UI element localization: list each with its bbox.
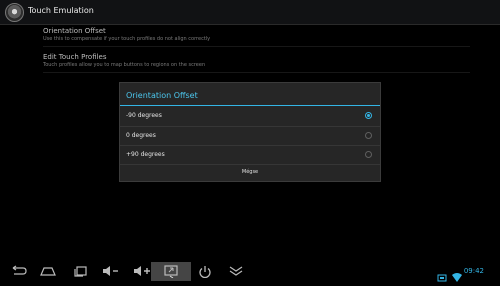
radio-unchecked-icon[interactable] bbox=[365, 151, 372, 158]
option-label: +90 degrees bbox=[126, 151, 165, 158]
option-minus-90[interactable]: -90 degrees bbox=[120, 107, 380, 126]
pref-summary: Touch profiles allow you to map buttons … bbox=[43, 62, 206, 68]
pref-edit-touch-profiles[interactable]: Edit Touch Profiles Touch profiles allow… bbox=[43, 53, 205, 69]
dialog-title-divider bbox=[120, 105, 380, 106]
back-icon[interactable] bbox=[3, 262, 31, 281]
radio-checked-icon[interactable] bbox=[365, 112, 372, 119]
recent-apps-icon[interactable] bbox=[66, 262, 94, 281]
dialog-title: Orientation Offset bbox=[126, 91, 198, 100]
power-icon[interactable] bbox=[191, 262, 219, 281]
navigation-bar: 09:42 bbox=[0, 262, 500, 282]
app-title: Touch Emulation bbox=[28, 6, 94, 15]
divider bbox=[43, 46, 470, 47]
option-label: 0 degrees bbox=[126, 132, 156, 139]
wifi-icon bbox=[452, 267, 462, 286]
screenshot-icon[interactable] bbox=[151, 262, 191, 281]
cancel-button[interactable]: Mégse bbox=[120, 163, 380, 181]
option-label: -90 degrees bbox=[126, 112, 162, 119]
home-icon[interactable] bbox=[34, 262, 62, 281]
pref-title: Orientation Offset bbox=[43, 27, 106, 35]
screen-icon bbox=[437, 267, 447, 286]
option-0[interactable]: 0 degrees bbox=[120, 127, 380, 146]
action-bar: Touch Emulation bbox=[0, 0, 500, 25]
volume-down-icon[interactable] bbox=[97, 262, 125, 281]
orientation-offset-dialog: Orientation Offset -90 degrees 0 degrees… bbox=[119, 82, 381, 182]
pref-summary: Use this to compensate if your touch pro… bbox=[43, 36, 211, 42]
pref-orientation-offset[interactable]: Orientation Offset Use this to compensat… bbox=[43, 27, 210, 43]
divider bbox=[43, 72, 470, 73]
collapse-icon[interactable] bbox=[222, 262, 250, 281]
radio-unchecked-icon[interactable] bbox=[365, 132, 372, 139]
status-clock: 09:42 bbox=[463, 267, 484, 275]
pref-title: Edit Touch Profiles bbox=[43, 53, 107, 61]
joystick-app-icon[interactable] bbox=[5, 3, 24, 22]
